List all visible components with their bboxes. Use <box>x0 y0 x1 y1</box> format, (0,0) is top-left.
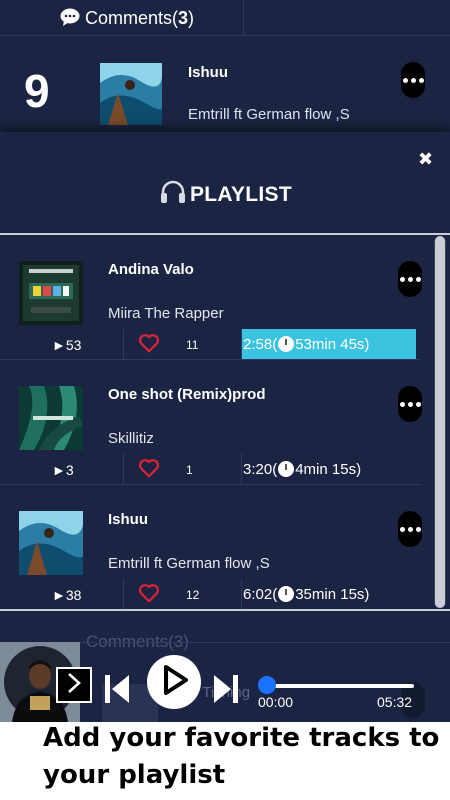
more-icon <box>399 276 421 282</box>
track-artist: Emtrill ft German flow ,Sl <box>108 555 270 572</box>
like-count: 12 <box>186 588 200 602</box>
previous-icon <box>104 675 130 710</box>
more-icon <box>399 526 421 532</box>
play-button[interactable] <box>147 655 201 709</box>
total-duration: 53min 45s) <box>295 335 370 353</box>
play-count: ►38 <box>52 587 82 603</box>
seek-handle[interactable] <box>258 676 276 694</box>
track-title: Andina Valo <box>108 261 194 278</box>
track-duration: 2:58( 53min 45s) <box>242 329 416 359</box>
expand-icon <box>65 672 83 699</box>
duration-value: 3:20( <box>243 460 278 478</box>
track-duration: 3:20( 4min 15s) <box>242 454 416 484</box>
app-screen: Comments(3) 9 Ishuu Emtrill ft German fl… <box>0 0 450 722</box>
elapsed-time: 00:00 <box>258 694 294 710</box>
comments-count: 3 <box>178 8 189 28</box>
divider <box>123 454 124 484</box>
seek-bar[interactable] <box>266 684 414 688</box>
more-icon <box>399 401 421 407</box>
total-duration: 35min 15s) <box>295 585 370 603</box>
comments-prefix: Comments( <box>85 8 179 28</box>
background-track-title: Ishuu <box>188 64 228 81</box>
more-icon <box>402 77 424 83</box>
track-stats: ►53 11 2:58( 53min 45s) <box>0 329 420 360</box>
playlist-track[interactable]: Andina Valo Miira The Rapper ►53 11 2:58… <box>0 235 432 360</box>
playlist-track[interactable]: Ishuu Emtrill ft German flow ,Sl ►38 12 … <box>0 485 432 610</box>
scrollbar-thumb[interactable] <box>435 236 445 608</box>
divider <box>123 579 124 609</box>
more-options-button[interactable] <box>398 511 422 547</box>
track-duration: 6:02( 35min 15s) <box>242 579 416 609</box>
duration-value: 2:58( <box>243 335 278 353</box>
promo-caption: Add your favorite tracks to your playlis… <box>43 723 440 790</box>
clock-icon <box>278 586 295 602</box>
duration-value: 6:02( <box>243 585 278 603</box>
like-count: 11 <box>186 338 199 352</box>
clock-icon <box>278 336 295 352</box>
comments-label: Comments(3) <box>60 8 194 29</box>
play-icon <box>159 664 189 701</box>
next-button[interactable] <box>213 672 239 711</box>
previous-button[interactable] <box>104 672 130 711</box>
track-thumbnail[interactable] <box>19 261 83 325</box>
total-duration: 4min 15s) <box>295 460 362 478</box>
more-options-button[interactable] <box>401 62 425 98</box>
playlist-header: PLAYLIST <box>160 180 292 209</box>
expand-player-button[interactable] <box>56 667 92 703</box>
playlist-track[interactable]: One shot (Remix)prod by Skillitiz ►3 1 3… <box>0 360 432 485</box>
more-options-button[interactable] <box>398 261 422 297</box>
track-stats: ►38 12 6:02( 35min 15s) <box>0 579 420 610</box>
divider <box>243 0 244 36</box>
track-title: One shot (Remix)prod by <box>108 386 270 403</box>
total-time: 05:32 <box>377 694 413 710</box>
next-icon <box>213 675 239 710</box>
rank-number: 9 <box>24 65 50 117</box>
comments-row[interactable]: Comments(3) <box>0 0 450 36</box>
play-count: ►53 <box>52 337 82 353</box>
track-thumbnail[interactable] <box>19 511 85 575</box>
track-stats: ►3 1 3:20( 4min 15s) <box>0 454 420 485</box>
playlist-title: PLAYLIST <box>190 182 292 206</box>
comment-icon <box>60 8 85 28</box>
headphones-icon <box>160 180 186 209</box>
track-artist: Miira The Rapper <box>108 305 224 322</box>
track-thumbnail[interactable] <box>19 386 83 450</box>
track-title: Ishuu <box>108 511 148 528</box>
divider <box>123 329 124 359</box>
divider <box>0 609 450 611</box>
background-track-artist: Emtrill ft German flow ,Sl <box>188 106 350 123</box>
track-artist: Skillitiz <box>108 430 154 447</box>
more-options-button[interactable] <box>398 386 422 422</box>
clock-icon <box>278 461 295 477</box>
playlist-panel: ✖ PLAYLIST Andina Valo Miira The Rapper … <box>0 132 450 612</box>
like-count: 1 <box>186 463 193 477</box>
track-thumbnail[interactable] <box>100 63 164 125</box>
close-icon[interactable]: ✖ <box>418 150 433 168</box>
heart-icon[interactable] <box>138 582 160 609</box>
heart-icon[interactable] <box>138 457 160 484</box>
heart-icon[interactable] <box>138 332 160 359</box>
comments-suffix: ) <box>188 8 195 28</box>
play-count: ►3 <box>52 462 74 478</box>
mini-player: Comments(3) o Tiching <box>0 612 450 722</box>
